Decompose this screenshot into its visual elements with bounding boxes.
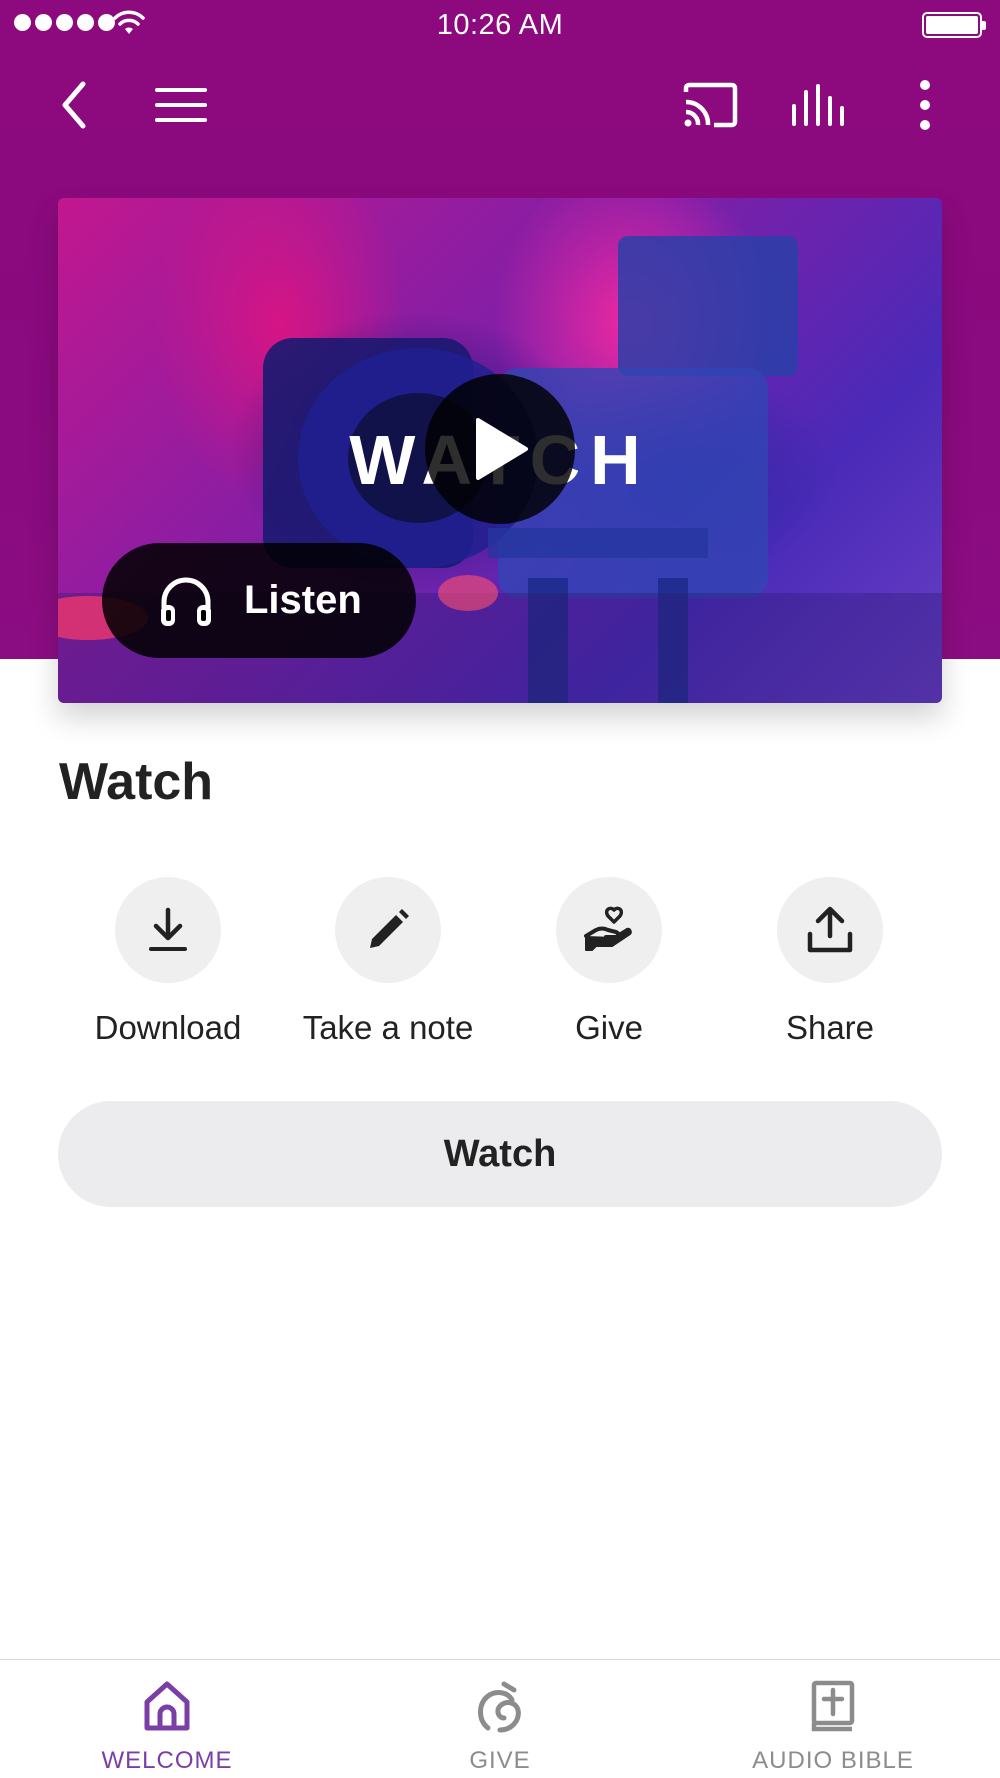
top-toolbar [0, 60, 1000, 145]
bottom-tab-bar: WELCOME GIVE AUDIO BIBLE [0, 1659, 1000, 1778]
more-vertical-icon [920, 80, 930, 130]
home-icon [0, 1680, 334, 1738]
tab-audio-bible[interactable]: AUDIO BIBLE [666, 1660, 1000, 1778]
bible-icon [666, 1680, 1000, 1738]
media-thumbnail[interactable]: WATCH Listen [58, 198, 942, 703]
chevron-left-icon [62, 81, 86, 129]
page-title: Watch [59, 753, 214, 811]
cast-button[interactable] [675, 70, 745, 140]
hamburger-menu-icon [155, 88, 207, 122]
share-circle[interactable] [777, 877, 883, 983]
download-label: Download [94, 1009, 242, 1046]
heart-hand-icon [584, 906, 632, 951]
status-time: 10:26 AM [436, 9, 564, 41]
share-action[interactable]: Share [720, 877, 940, 1047]
listen-label: Listen [244, 578, 362, 622]
equalizer-button[interactable] [783, 70, 853, 140]
share-label: Share [785, 1009, 875, 1046]
give-icon [333, 1680, 667, 1738]
share-icon [807, 906, 853, 953]
watch-button[interactable]: Watch [58, 1101, 942, 1207]
menu-button[interactable] [146, 70, 216, 140]
equalizer-icon [792, 84, 844, 126]
tab-welcome[interactable]: WELCOME [0, 1660, 334, 1778]
action-row: Download Take a note Give Share [0, 877, 1000, 1057]
tab-audio-bible-label: AUDIO BIBLE [752, 1747, 914, 1774]
headphones-icon [158, 573, 214, 629]
back-button[interactable] [40, 70, 110, 140]
cast-icon [683, 82, 738, 128]
pencil-icon [370, 909, 409, 948]
tab-give[interactable]: GIVE [333, 1660, 667, 1778]
more-options-button[interactable] [890, 70, 960, 140]
status-bar: 10:26 AM [0, 0, 1000, 50]
give-action[interactable]: Give [499, 877, 719, 1047]
give-label: Give [575, 1009, 643, 1046]
play-icon [476, 418, 528, 480]
tab-give-label: GIVE [469, 1747, 531, 1774]
download-action[interactable]: Download [58, 877, 278, 1047]
take-note-action[interactable]: Take a note [278, 877, 498, 1047]
give-circle[interactable] [556, 877, 662, 983]
take-note-label: Take a note [302, 1009, 474, 1046]
play-button[interactable] [425, 374, 575, 524]
tab-welcome-label: WELCOME [101, 1747, 233, 1774]
take-note-circle[interactable] [335, 877, 441, 983]
download-icon [149, 907, 187, 951]
download-circle[interactable] [115, 877, 221, 983]
battery-icon [922, 12, 986, 38]
listen-button[interactable]: Listen [102, 543, 416, 658]
